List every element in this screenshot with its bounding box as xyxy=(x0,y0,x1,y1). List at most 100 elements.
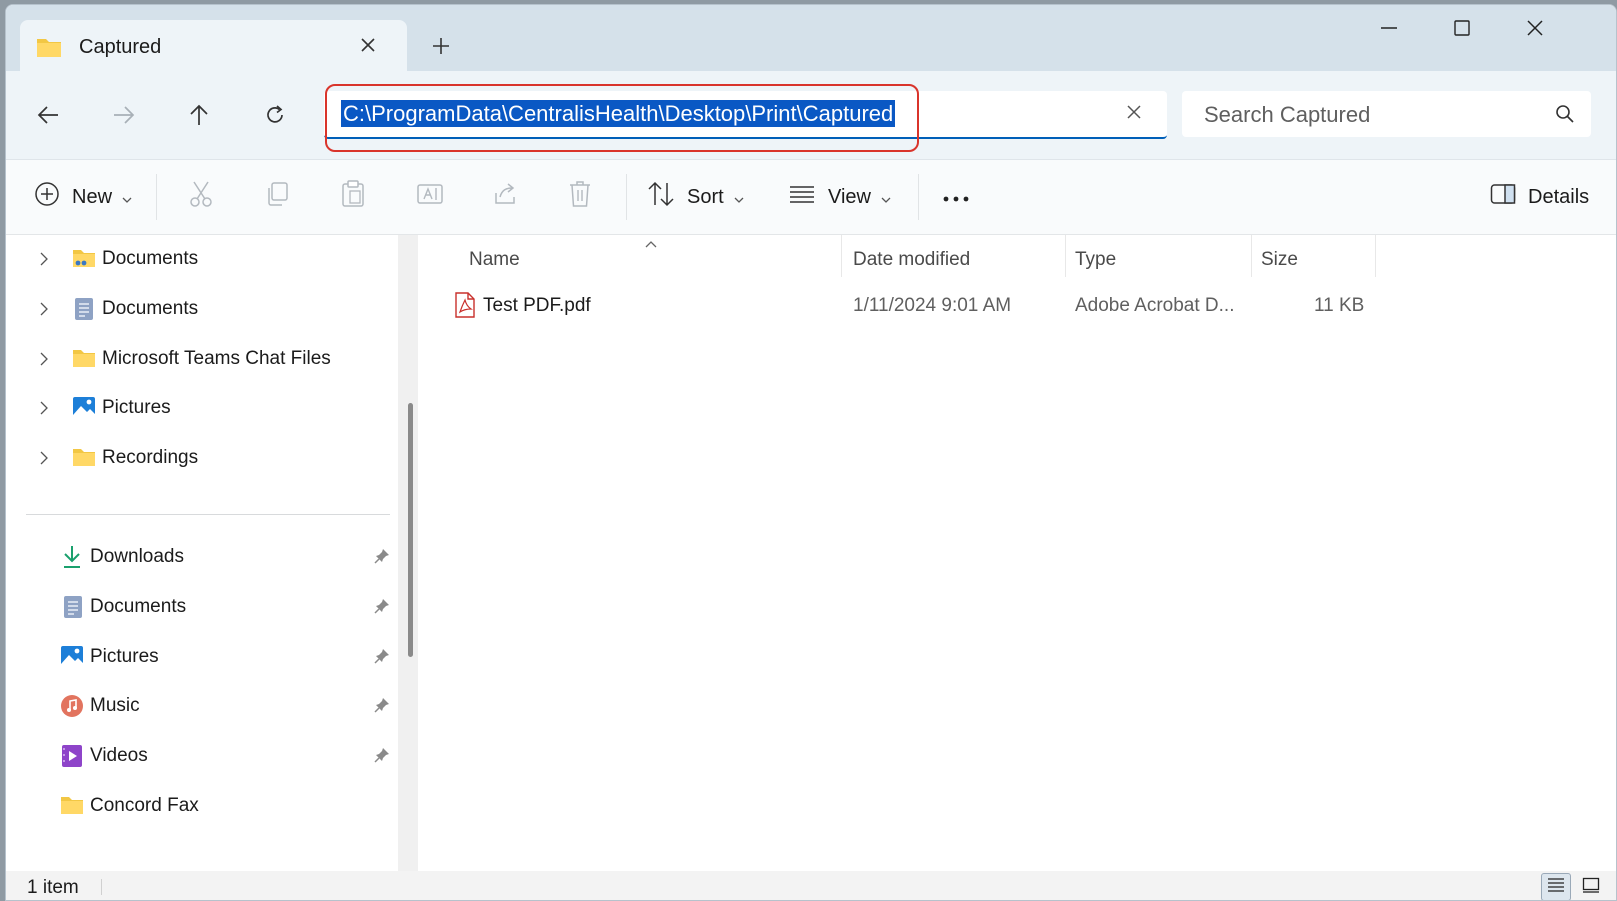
details-button[interactable]: Details xyxy=(1490,180,1589,214)
pictures-icon xyxy=(72,396,96,424)
item-count: 1 item xyxy=(27,877,79,898)
folder-icon xyxy=(72,347,96,375)
status-bar: 1 item xyxy=(6,871,1616,900)
nav-tree-item-documents-network[interactable]: Documents xyxy=(6,238,391,278)
refresh-button[interactable] xyxy=(259,99,291,131)
file-row[interactable]: Test PDF.pdf 1/11/2024 9:01 AM Adobe Acr… xyxy=(454,287,1384,327)
file-type: Adobe Acrobat D... xyxy=(1075,295,1235,316)
column-separator[interactable] xyxy=(1375,235,1376,277)
column-separator[interactable] xyxy=(1251,235,1252,277)
share-button[interactable] xyxy=(492,180,518,214)
pictures-icon xyxy=(60,645,84,673)
navigation-bar: C:\ProgramData\CentralisHealth\Desktop\P… xyxy=(6,71,1616,160)
nav-label: Concord Fax xyxy=(90,795,199,816)
quick-access-music[interactable]: Music xyxy=(6,685,391,725)
copy-icon xyxy=(264,181,290,213)
column-separator[interactable] xyxy=(841,235,842,277)
clear-address-icon[interactable] xyxy=(1125,103,1147,125)
nav-label: Documents xyxy=(102,248,199,269)
nav-divider xyxy=(26,514,390,515)
command-separator xyxy=(626,174,627,220)
search-input[interactable] xyxy=(1202,99,1546,131)
view-button[interactable]: View xyxy=(788,180,891,214)
folder-icon xyxy=(36,36,62,63)
maximize-button[interactable] xyxy=(1442,19,1482,49)
search-box[interactable] xyxy=(1182,91,1591,137)
back-button[interactable] xyxy=(32,99,64,131)
quick-access-pictures[interactable]: Pictures xyxy=(6,636,391,676)
navigation-pane: Documents Documents Microsoft Teams Chat… xyxy=(6,235,398,871)
search-icon[interactable] xyxy=(1555,104,1575,129)
share-icon xyxy=(492,181,518,213)
trash-icon xyxy=(568,180,592,214)
column-header-date[interactable]: Date modified xyxy=(853,249,970,271)
forward-button[interactable] xyxy=(108,99,140,131)
column-separator[interactable] xyxy=(1065,235,1066,277)
column-header-name[interactable]: Name xyxy=(469,249,520,271)
nav-tree-item-recordings[interactable]: Recordings xyxy=(6,437,391,477)
paste-button[interactable] xyxy=(340,180,366,214)
chevron-right-icon[interactable] xyxy=(40,300,48,322)
nav-scrollbar-thumb[interactable] xyxy=(408,403,413,657)
documents-network-folder-icon xyxy=(72,247,96,275)
pin-icon[interactable] xyxy=(374,747,390,769)
pin-icon[interactable] xyxy=(374,548,390,570)
address-path[interactable]: C:\ProgramData\CentralisHealth\Desktop\P… xyxy=(341,100,896,127)
details-view-button[interactable] xyxy=(1541,873,1571,900)
nav-tree-item-documents[interactable]: Documents xyxy=(6,288,391,328)
address-bar[interactable]: C:\ProgramData\CentralisHealth\Desktop\P… xyxy=(324,91,1167,139)
quick-access-downloads[interactable]: Downloads xyxy=(6,536,391,576)
sort-ascending-icon xyxy=(645,235,657,253)
more-options-button[interactable] xyxy=(942,180,970,214)
delete-button[interactable] xyxy=(568,180,592,214)
large-icons-view-button[interactable] xyxy=(1576,873,1606,900)
tab-captured[interactable]: Captured xyxy=(20,20,407,71)
pdf-file-icon xyxy=(454,292,476,324)
nav-tree-item-pictures[interactable]: Pictures xyxy=(6,387,391,427)
pin-icon[interactable] xyxy=(374,598,390,620)
new-tab-button[interactable] xyxy=(426,31,456,61)
file-name[interactable]: Test PDF.pdf xyxy=(483,295,591,317)
new-button[interactable]: New xyxy=(34,180,132,214)
chevron-right-icon[interactable] xyxy=(40,250,48,272)
details-label: Details xyxy=(1528,185,1590,208)
file-size: 11 KB xyxy=(1314,295,1365,316)
command-separator xyxy=(918,174,919,220)
sort-label: Sort xyxy=(687,185,724,208)
quick-access-documents[interactable]: Documents xyxy=(6,586,391,626)
videos-icon xyxy=(61,744,83,774)
nav-tree-item-teams-chat-files[interactable]: Microsoft Teams Chat Files xyxy=(6,338,391,378)
documents-icon xyxy=(63,595,83,625)
cut-button[interactable] xyxy=(188,180,214,214)
rename-icon xyxy=(416,181,444,213)
chevron-right-icon[interactable] xyxy=(40,350,48,372)
scissors-icon xyxy=(188,180,214,214)
quick-access-concord-fax[interactable]: Concord Fax xyxy=(6,785,391,825)
copy-button[interactable] xyxy=(264,180,290,214)
column-header-size[interactable]: Size xyxy=(1261,249,1298,271)
chevron-down-icon xyxy=(122,186,132,209)
file-list-pane: Name Date modified Type Size Test PDF.pd… xyxy=(418,235,1616,871)
close-window-button[interactable] xyxy=(1515,19,1555,49)
sort-button[interactable]: Sort xyxy=(647,180,744,214)
chevron-right-icon[interactable] xyxy=(40,399,48,421)
nav-label: Documents xyxy=(90,596,187,617)
folder-icon xyxy=(60,794,84,822)
nav-label: Pictures xyxy=(102,397,171,418)
nav-label: Pictures xyxy=(90,646,159,667)
quick-access-videos[interactable]: Videos xyxy=(6,735,391,775)
close-tab-icon[interactable] xyxy=(355,33,381,59)
up-button[interactable] xyxy=(183,99,215,131)
tab-title: Captured xyxy=(79,36,162,58)
pin-icon[interactable] xyxy=(374,648,390,670)
large-icons-view-icon xyxy=(1582,877,1600,898)
pin-icon[interactable] xyxy=(374,697,390,719)
chevron-right-icon[interactable] xyxy=(40,449,48,471)
more-dots-icon xyxy=(942,186,970,209)
rename-button[interactable] xyxy=(416,180,444,214)
download-icon xyxy=(62,545,82,575)
nav-label: Downloads xyxy=(90,546,184,567)
sort-icon xyxy=(647,181,675,213)
column-header-type[interactable]: Type xyxy=(1075,249,1116,271)
minimize-button[interactable] xyxy=(1369,19,1409,49)
